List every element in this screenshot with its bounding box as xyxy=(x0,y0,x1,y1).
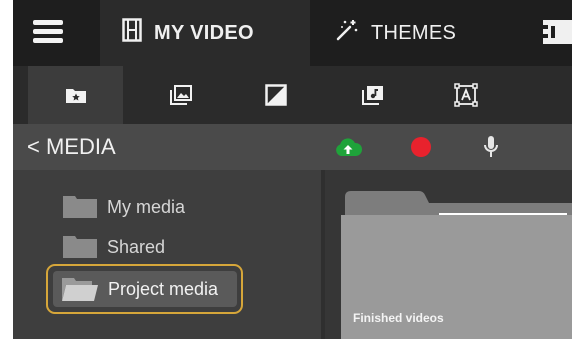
record-icon xyxy=(411,137,431,157)
folder-icon xyxy=(63,196,97,218)
media-folder-button[interactable] xyxy=(28,66,123,124)
folder-item-project-media[interactable]: Project media xyxy=(46,264,243,314)
folder-icon xyxy=(63,236,97,258)
tab-themes-label: THEMES xyxy=(371,21,457,44)
music-note-icon xyxy=(361,86,383,105)
folder-item-shared[interactable]: Shared xyxy=(63,230,165,264)
folder-tile-finished-videos[interactable]: Finished videos xyxy=(335,185,572,339)
photo-library-button[interactable] xyxy=(133,66,228,124)
tab-my-video[interactable]: MY VIDEO xyxy=(100,0,310,66)
folder-list-panel: My media Shared Project media xyxy=(13,170,321,339)
text-box-icon xyxy=(453,83,478,107)
contrast-filter-icon xyxy=(264,84,287,106)
filter-button[interactable] xyxy=(228,66,323,124)
media-content-panel: Finished videos xyxy=(325,170,572,339)
microphone-button[interactable] xyxy=(476,132,506,162)
folder-label: Shared xyxy=(107,236,166,257)
back-to-media-button[interactable]: < MEDIA xyxy=(27,124,116,170)
hamburger-menu-icon[interactable] xyxy=(33,20,63,44)
top-header: MY VIDEO THEMES xyxy=(13,0,572,66)
media-folder-icon xyxy=(65,89,86,103)
magic-wand-icon xyxy=(335,18,359,48)
text-button[interactable] xyxy=(418,66,513,124)
microphone-icon xyxy=(484,136,498,157)
folder-item-my-media[interactable]: My media xyxy=(63,190,185,224)
tab-overflow-icon[interactable] xyxy=(539,18,572,46)
cloud-upload-icon xyxy=(336,138,362,156)
folder-tile-label: Finished videos xyxy=(353,311,444,325)
folder-label: Project media xyxy=(108,278,219,299)
media-header: < MEDIA xyxy=(13,124,572,170)
record-button[interactable] xyxy=(406,132,436,162)
tab-themes[interactable]: THEMES xyxy=(310,0,522,66)
photo-library-icon xyxy=(169,85,192,105)
tab-my-video-label: MY VIDEO xyxy=(154,21,254,44)
open-folder-icon xyxy=(62,278,98,301)
cloud-upload-button[interactable] xyxy=(333,132,363,162)
folder-label: My media xyxy=(107,196,186,217)
media-type-toolbar xyxy=(13,66,572,124)
music-button[interactable] xyxy=(325,66,420,124)
video-editor-window: MY VIDEO THEMES < MEDIA My media Shared … xyxy=(13,0,572,339)
film-strip-icon xyxy=(122,18,142,48)
